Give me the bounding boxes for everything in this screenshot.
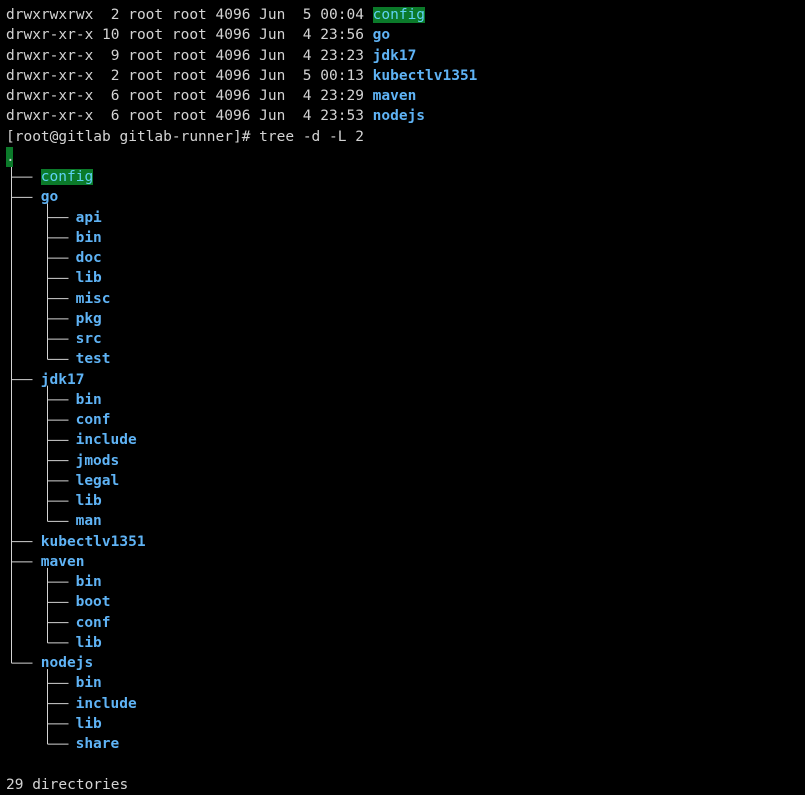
- tree-item: go: [41, 187, 58, 207]
- tree-subdir-name: boot: [75, 594, 111, 611]
- tree-dir-name: kubectlv1351: [40, 533, 146, 550]
- tree-subitem: src: [76, 329, 102, 349]
- tree-subitem: api: [76, 208, 102, 228]
- listing-meta: drwxr-xr-x 6 root root 4096 Jun 4 23:29: [6, 88, 373, 104]
- tree-subdir-name: test: [75, 351, 111, 368]
- tree-dir-name: nodejs: [40, 655, 94, 671]
- tree-subitem: legal: [76, 471, 120, 491]
- listing-row: drwxr-xr-x 6 root root 4096 Jun 4 23:29 …: [6, 86, 416, 106]
- tree-subitem: include: [76, 430, 137, 450]
- tree-item: nodejs: [41, 653, 93, 673]
- tree-subdir-name: misc: [75, 290, 111, 307]
- tree-subitem: man: [76, 511, 102, 531]
- tree-item: jdk17: [41, 370, 85, 390]
- summary-line: 29 directories: [6, 775, 128, 795]
- listing-dir-name: go: [372, 27, 391, 44]
- tree-subitem: bin: [76, 390, 102, 410]
- tree-subdir-name: lib: [75, 715, 102, 732]
- tree-subdir-name: legal: [75, 472, 120, 489]
- tree-subitem: doc: [76, 248, 102, 268]
- tree-subdir-name: jmods: [75, 452, 120, 469]
- tree-subitem: lib: [76, 714, 102, 734]
- terminal-window[interactable]: drwxrwxrwx 2 root root 4096 Jun 5 00:04 …: [0, 0, 807, 795]
- listing-row: drwxr-xr-x 9 root root 4096 Jun 4 23:23 …: [6, 46, 416, 66]
- tree-subdir-name: bin: [75, 574, 102, 590]
- tree-subdir-name: man: [75, 513, 102, 530]
- tree-dir-name: maven: [40, 553, 85, 570]
- listing-meta: drwxr-xr-x 10 root root 4096 Jun 4 23:56: [6, 27, 373, 44]
- tree-root: .: [6, 146, 15, 167]
- tree-subitem: conf: [76, 613, 111, 633]
- tree-subdir-name: bin: [75, 229, 102, 246]
- tree-subdir-name: lib: [75, 493, 102, 509]
- tree-dir-name: go: [40, 189, 59, 206]
- directory-count: 29 directories: [6, 776, 129, 793]
- tree-subitem: pkg: [76, 309, 102, 329]
- listing-row: drwxr-xr-x 2 root root 4096 Jun 5 00:13 …: [6, 66, 477, 86]
- tree-subdir-name: bin: [75, 675, 102, 692]
- tree-subitem: share: [76, 734, 120, 754]
- tree-subitem: misc: [76, 289, 111, 309]
- tree-subdir-name: api: [75, 209, 102, 226]
- tree-root-line: .: [6, 146, 15, 167]
- tree-subitem: boot: [76, 592, 111, 612]
- tree-subdir-name: doc: [75, 250, 102, 266]
- listing-meta: drwxr-xr-x 9 root root 4096 Jun 4 23:23: [6, 47, 373, 64]
- listing-meta: drwxr-xr-x 6 root root 4096 Jun 4 23:53: [6, 108, 373, 125]
- tree-subdir-name: bin: [75, 391, 102, 408]
- listing-dir-name: jdk17: [372, 47, 417, 64]
- tree-subitem: bin: [76, 673, 102, 693]
- listing-meta: drwxr-xr-x 2 root root 4096 Jun 5 00:13: [6, 67, 373, 84]
- listing-dir-name: kubectlv1351: [372, 67, 478, 84]
- tree-subdir-name: include: [75, 695, 137, 712]
- tree-dir-name: config: [40, 169, 94, 185]
- tree-subdir-name: include: [75, 432, 137, 449]
- tree-subdir-name: conf: [75, 614, 111, 631]
- tree-subdir-name: pkg: [75, 310, 102, 327]
- tree-item: config: [40, 167, 94, 187]
- listing-meta: drwxrwxrwx 2 root root 4096 Jun 5 00:04: [6, 7, 373, 23]
- tree-subdir-name: lib: [75, 634, 102, 651]
- shell-command: tree -d -L 2: [259, 128, 364, 145]
- tree-subitem: jmods: [76, 451, 120, 471]
- tree-subitem: test: [76, 349, 111, 369]
- tree-subitem: lib: [76, 491, 102, 511]
- tree-subdir-name: src: [75, 331, 102, 347]
- listing-dir-name: maven: [372, 88, 417, 104]
- prompt-line: [root@gitlab gitlab-runner]# tree -d -L …: [6, 127, 364, 147]
- tree-subdir-name: lib: [75, 270, 102, 287]
- listing-dir-name: nodejs: [372, 108, 426, 125]
- tree-subdir-name: share: [75, 736, 120, 752]
- tree-dir-name: jdk17: [40, 371, 85, 388]
- listing-dir-name: config: [372, 7, 426, 23]
- tree-item: maven: [41, 552, 85, 572]
- tree-subitem: include: [76, 694, 137, 714]
- listing-row: drwxr-xr-x 6 root root 4096 Jun 4 23:53 …: [6, 106, 425, 126]
- tree-item: kubectlv1351: [41, 532, 146, 552]
- tree-subdir-name: conf: [75, 412, 111, 428]
- tree-subitem: bin: [76, 228, 102, 248]
- tree-subitem: conf: [76, 410, 111, 430]
- tree-subitem: lib: [76, 633, 102, 653]
- shell-prompt: [root@gitlab gitlab-runner]#: [6, 128, 260, 145]
- listing-row: drwxr-xr-x 10 root root 4096 Jun 4 23:56…: [6, 25, 390, 45]
- listing-row: drwxrwxrwx 2 root root 4096 Jun 5 00:04 …: [6, 5, 426, 25]
- tree-subitem: lib: [76, 268, 102, 288]
- tree-subitem: bin: [76, 572, 102, 592]
